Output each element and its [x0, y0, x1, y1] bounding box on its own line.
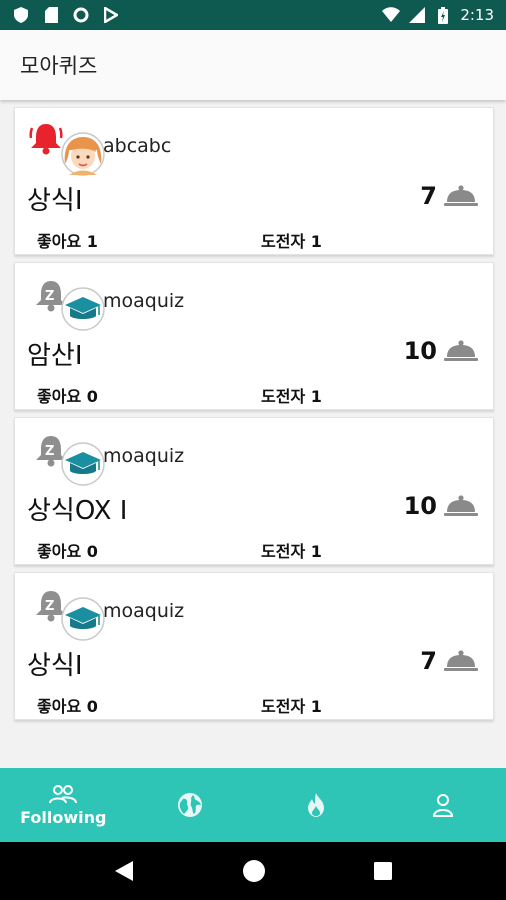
svg-text:Z: Z: [45, 444, 54, 459]
quiz-title[interactable]: 암산I: [27, 335, 83, 372]
author-name[interactable]: moaquiz: [103, 290, 184, 312]
graduation-cap-icon: [61, 597, 105, 641]
shield-icon: [12, 6, 30, 24]
quiz-title[interactable]: 상식I: [27, 180, 83, 217]
likes-count: 좋아요 0: [37, 542, 98, 561]
challengers-count: 도전자 1: [261, 387, 322, 406]
home-icon[interactable]: [242, 859, 266, 883]
system-navigation-bar: [0, 842, 506, 900]
question-count: 10: [403, 492, 437, 520]
quiz-card[interactable]: abcabc 상식I 7 좋아요 1 도전자 1: [14, 107, 494, 255]
question-count: 10: [403, 337, 437, 365]
quiz-title[interactable]: 상식I: [27, 645, 83, 682]
circle-icon: [72, 6, 90, 24]
person-icon: [432, 794, 453, 817]
girl-avatar-icon: [61, 132, 105, 176]
cloche-icon: [444, 185, 478, 206]
alarm-bell-icon: [29, 124, 63, 155]
app-title: 모아퀴즈: [20, 54, 98, 78]
battery-icon: [434, 6, 452, 24]
question-count: 7: [420, 182, 437, 210]
tab-following-label: Following: [20, 807, 107, 827]
quiz-count: 7: [420, 182, 479, 210]
back-icon[interactable]: [113, 859, 135, 883]
quiz-title[interactable]: 상식OX I: [27, 490, 127, 527]
app-bar: 모아퀴즈: [0, 30, 506, 100]
quiz-count: 10: [404, 337, 479, 365]
tab-explore[interactable]: [127, 768, 254, 842]
question-count: 7: [420, 647, 437, 675]
likes-count: 좋아요 0: [37, 697, 98, 716]
recents-icon[interactable]: [373, 861, 393, 881]
graduation-cap-icon: [61, 442, 105, 486]
challengers-count: 도전자 1: [261, 697, 322, 716]
challengers-count: 도전자 1: [261, 232, 322, 251]
author-name[interactable]: moaquiz: [103, 600, 184, 622]
status-time: 2:13: [460, 6, 494, 24]
tab-following[interactable]: Following: [0, 768, 127, 842]
wifi-icon: [382, 6, 401, 24]
quiz-card[interactable]: Z moaquiz 상식OX I 10 좋아요 0 도전자 1: [14, 417, 494, 565]
quiz-list: abcabc 상식I 7 좋아요 1 도전자 1 Z moaquiz 암산I 1…: [14, 107, 494, 727]
tab-profile[interactable]: [380, 768, 506, 842]
download-icon: [102, 6, 120, 24]
tab-popular[interactable]: [253, 768, 380, 842]
author-name[interactable]: moaquiz: [103, 445, 184, 467]
quiz-count: 10: [404, 492, 479, 520]
fire-icon: [308, 793, 325, 817]
quiz-card[interactable]: Z moaquiz 상식I 7 좋아요 0 도전자 1: [14, 572, 494, 720]
cloche-icon: [444, 650, 478, 671]
cloche-icon: [444, 340, 478, 361]
globe-icon: [177, 793, 202, 817]
author-name[interactable]: abcabc: [103, 135, 171, 157]
author-avatar[interactable]: Z: [29, 275, 105, 331]
status-bar: 2:13: [0, 0, 506, 30]
author-avatar[interactable]: [29, 120, 105, 176]
bottom-navigation: Following: [0, 768, 506, 842]
cloche-icon: [444, 495, 478, 516]
sd-card-icon: [42, 6, 60, 24]
challengers-count: 도전자 1: [261, 542, 322, 561]
svg-text:Z: Z: [45, 599, 54, 614]
quiz-card[interactable]: Z moaquiz 암산I 10 좋아요 0 도전자 1: [14, 262, 494, 410]
likes-count: 좋아요 0: [37, 387, 98, 406]
likes-count: 좋아요 1: [37, 232, 98, 251]
svg-text:Z: Z: [45, 289, 54, 304]
people-icon: [49, 784, 78, 803]
author-avatar[interactable]: Z: [29, 430, 105, 486]
signal-icon: [408, 6, 426, 24]
graduation-cap-icon: [61, 287, 105, 331]
quiz-count: 7: [420, 647, 479, 675]
author-avatar[interactable]: Z: [29, 585, 105, 641]
